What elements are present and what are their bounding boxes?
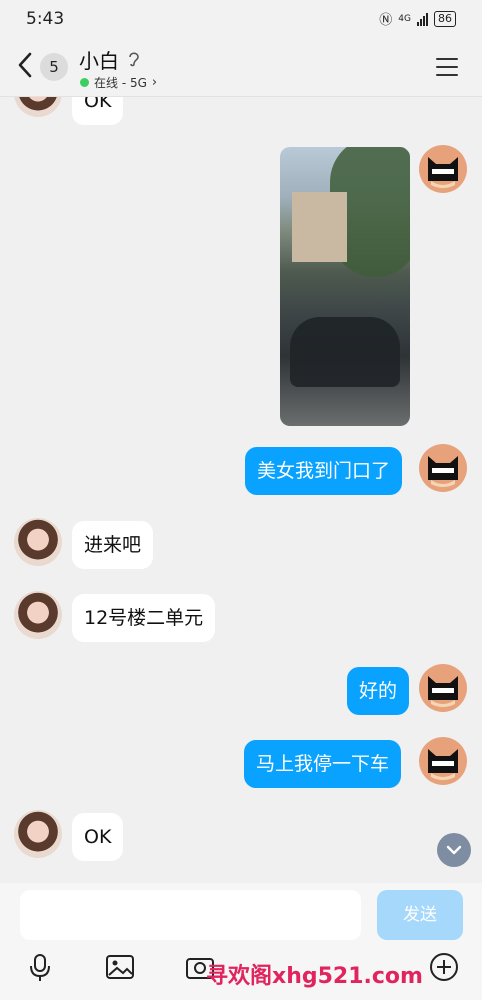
unread-count-badge[interactable]: 5: [40, 53, 68, 81]
presence-status[interactable]: 在线 - 5G ›: [80, 74, 157, 91]
message-input[interactable]: [20, 890, 361, 940]
status-icons: Ⓝ 4G 86: [379, 9, 456, 28]
image-icon[interactable]: [104, 951, 136, 983]
online-dot-icon: [80, 78, 89, 87]
contact-avatar[interactable]: [14, 518, 62, 566]
presence-text: 在线 - 5G: [94, 76, 147, 90]
contact-name[interactable]: 小白: [79, 45, 119, 74]
chat-area[interactable]: OK 美女我到门口了 进来吧 12号楼二单元 好的 马上我停一下车 OK: [0, 97, 482, 883]
status-time: 5:43: [26, 9, 65, 29]
chat-header: 5 小白 在线 - 5G ›: [0, 38, 482, 97]
network-type: 4G: [398, 13, 411, 24]
outgoing-message[interactable]: 美女我到门口了: [245, 447, 403, 495]
status-bar: 5:43 Ⓝ 4G 86: [0, 0, 482, 38]
chevron-down-icon: [446, 845, 462, 855]
battery-icon: 86: [434, 10, 456, 27]
outgoing-message[interactable]: 马上我停一下车: [244, 740, 402, 788]
contact-avatar[interactable]: [14, 591, 62, 639]
watermark: 寻欢阁xhg521.com: [206, 964, 423, 989]
send-button[interactable]: 发送: [377, 890, 463, 940]
chevron-right-icon: ›: [151, 75, 158, 90]
microphone-icon[interactable]: [24, 951, 56, 983]
incoming-message[interactable]: 进来吧: [72, 521, 154, 569]
outgoing-photo-message[interactable]: [280, 147, 410, 426]
cat-avatar-icon: [428, 749, 458, 780]
outgoing-message[interactable]: 好的: [347, 667, 410, 715]
incoming-message[interactable]: OK: [72, 97, 124, 125]
plus-icon[interactable]: [428, 951, 460, 983]
incoming-message[interactable]: OK: [72, 813, 124, 861]
cat-avatar-icon: [428, 456, 458, 487]
my-avatar[interactable]: [419, 737, 467, 785]
menu-icon[interactable]: [436, 58, 458, 77]
incoming-message[interactable]: 12号楼二单元: [72, 594, 216, 642]
signal-icon: [417, 12, 428, 26]
contact-avatar[interactable]: [14, 97, 62, 117]
ear-icon: [129, 52, 139, 67]
my-avatar[interactable]: [419, 145, 467, 193]
my-avatar[interactable]: [419, 444, 467, 492]
back-chevron-icon[interactable]: [14, 50, 36, 80]
scroll-to-bottom-button[interactable]: [437, 833, 471, 867]
cat-avatar-icon: [428, 676, 458, 707]
nfc-icon: Ⓝ: [379, 13, 393, 28]
cat-avatar-icon: [428, 157, 458, 188]
contact-avatar[interactable]: [14, 810, 62, 858]
my-avatar[interactable]: [419, 664, 467, 712]
